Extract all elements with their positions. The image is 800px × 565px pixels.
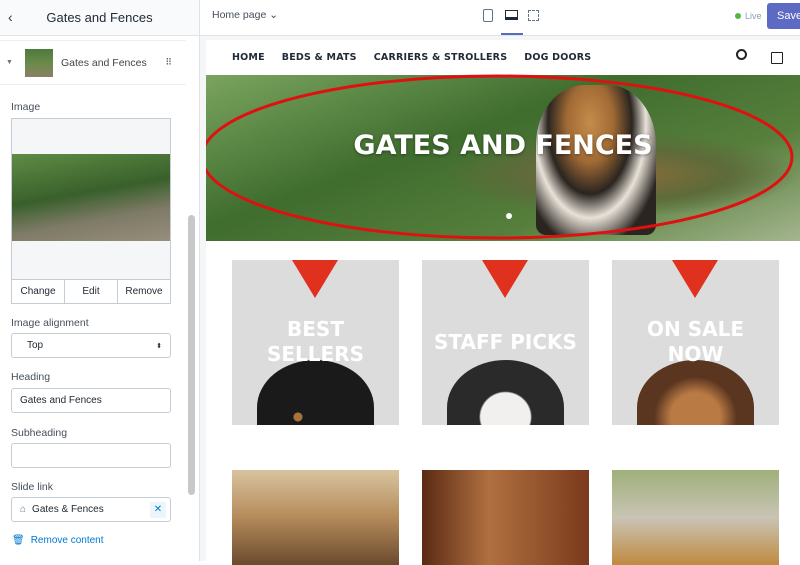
alignment-label: Image alignment <box>11 317 89 329</box>
red-annotation-ellipse <box>206 74 794 240</box>
sidebar-header: ‹ Gates and Fences <box>0 0 199 36</box>
tile-title-line1: STAFF PICKS <box>434 330 577 354</box>
page-select-value: Home page <box>212 9 267 21</box>
slide-link-input[interactable]: ⌂ Gates & Fences ✕ <box>11 497 171 522</box>
tile-staff-picks[interactable]: STAFF PICKS <box>422 260 589 425</box>
tile-title-line1: ON SALE <box>647 317 744 341</box>
trash-icon: 🗑 <box>12 535 25 546</box>
slide-image <box>12 154 170 241</box>
tile-marker <box>672 260 718 298</box>
heading-label: Heading <box>11 371 51 383</box>
desktop-view-icon[interactable] <box>505 10 518 20</box>
page-select[interactable]: Home page ⌄ <box>212 9 278 21</box>
heading-input[interactable]: Gates and Fences <box>11 388 171 413</box>
store-preview: HOME BEDS & MATS CARRIERS & STROLLERS DO… <box>200 36 800 565</box>
collection-icon: ⌂ <box>20 504 27 515</box>
remove-content-text: Remove content <box>30 535 104 546</box>
status-text: Live <box>745 11 762 21</box>
tile-marker <box>292 260 338 298</box>
live-status: Live <box>735 11 762 21</box>
alignment-select[interactable]: Top ⬍ <box>11 333 171 358</box>
sidebar-scrollbar[interactable] <box>188 215 195 495</box>
save-button[interactable]: Save <box>767 3 800 29</box>
slide-block[interactable]: ▼ Gates and Fences ⠿ <box>0 40 186 85</box>
image-picker: Change Edit Remove <box>11 118 171 304</box>
image-label: Image <box>11 101 41 113</box>
status-dot-icon <box>735 13 741 19</box>
product-image-ramp[interactable] <box>612 470 779 565</box>
nav-dog-doors[interactable]: DOG DOORS <box>524 52 591 63</box>
sidebar-title: Gates and Fences <box>46 10 153 25</box>
tile-on-sale[interactable]: ON SALE NOW <box>612 260 779 425</box>
tile-best-sellers[interactable]: BEST SELLERS <box>232 260 399 425</box>
change-image-button[interactable]: Change <box>12 280 65 303</box>
edit-image-button[interactable]: Edit <box>65 280 118 303</box>
slide-link-value: Gates & Fences <box>32 504 104 515</box>
block-title: Gates and Fences <box>60 56 147 69</box>
fullscreen-view-icon[interactable] <box>528 10 539 21</box>
product-image-gate[interactable] <box>422 470 589 565</box>
sidebar: ‹ Gates and Fences ▼ Gates and Fences ⠿ … <box>0 0 200 561</box>
back-icon[interactable]: ‹ <box>8 9 13 25</box>
subheading-label: Subheading <box>11 427 68 439</box>
tile-dog-image <box>637 360 754 425</box>
remove-image-button[interactable]: Remove <box>118 280 170 303</box>
chevron-down-icon: ⌄ <box>269 9 279 21</box>
slide-thumbnail <box>24 48 53 77</box>
remove-content-link[interactable]: 🗑 Remove content <box>12 535 104 546</box>
product-image-crate[interactable] <box>232 470 399 565</box>
tile-dog-image <box>447 360 564 425</box>
select-arrows-icon: ⬍ <box>156 342 162 350</box>
tile-marker <box>482 260 528 298</box>
mobile-view-icon[interactable] <box>483 9 493 22</box>
alignment-value: Top <box>27 340 44 351</box>
subheading-input[interactable] <box>11 443 171 468</box>
clear-link-icon[interactable]: ✕ <box>150 501 166 518</box>
tile-title-line1: BEST <box>287 317 344 341</box>
nav-home[interactable]: HOME <box>232 52 265 63</box>
nav-carriers-strollers[interactable]: CARRIERS & STROLLERS <box>374 52 508 63</box>
tile-dog-image <box>257 360 374 425</box>
active-view-indicator <box>501 33 523 35</box>
tile-title-line2: SELLERS <box>266 342 365 366</box>
nav-beds-mats[interactable]: BEDS & MATS <box>282 52 357 63</box>
drag-handle-icon[interactable]: ⠿ <box>165 57 172 68</box>
cart-icon[interactable] <box>771 52 783 64</box>
slide-link-label: Slide link <box>11 481 54 493</box>
search-icon[interactable] <box>736 49 747 60</box>
top-bar: Home page ⌄ Live Save <box>200 0 800 36</box>
tile-title-line2: NOW <box>667 342 724 366</box>
collapse-caret-icon[interactable]: ▼ <box>6 59 13 66</box>
